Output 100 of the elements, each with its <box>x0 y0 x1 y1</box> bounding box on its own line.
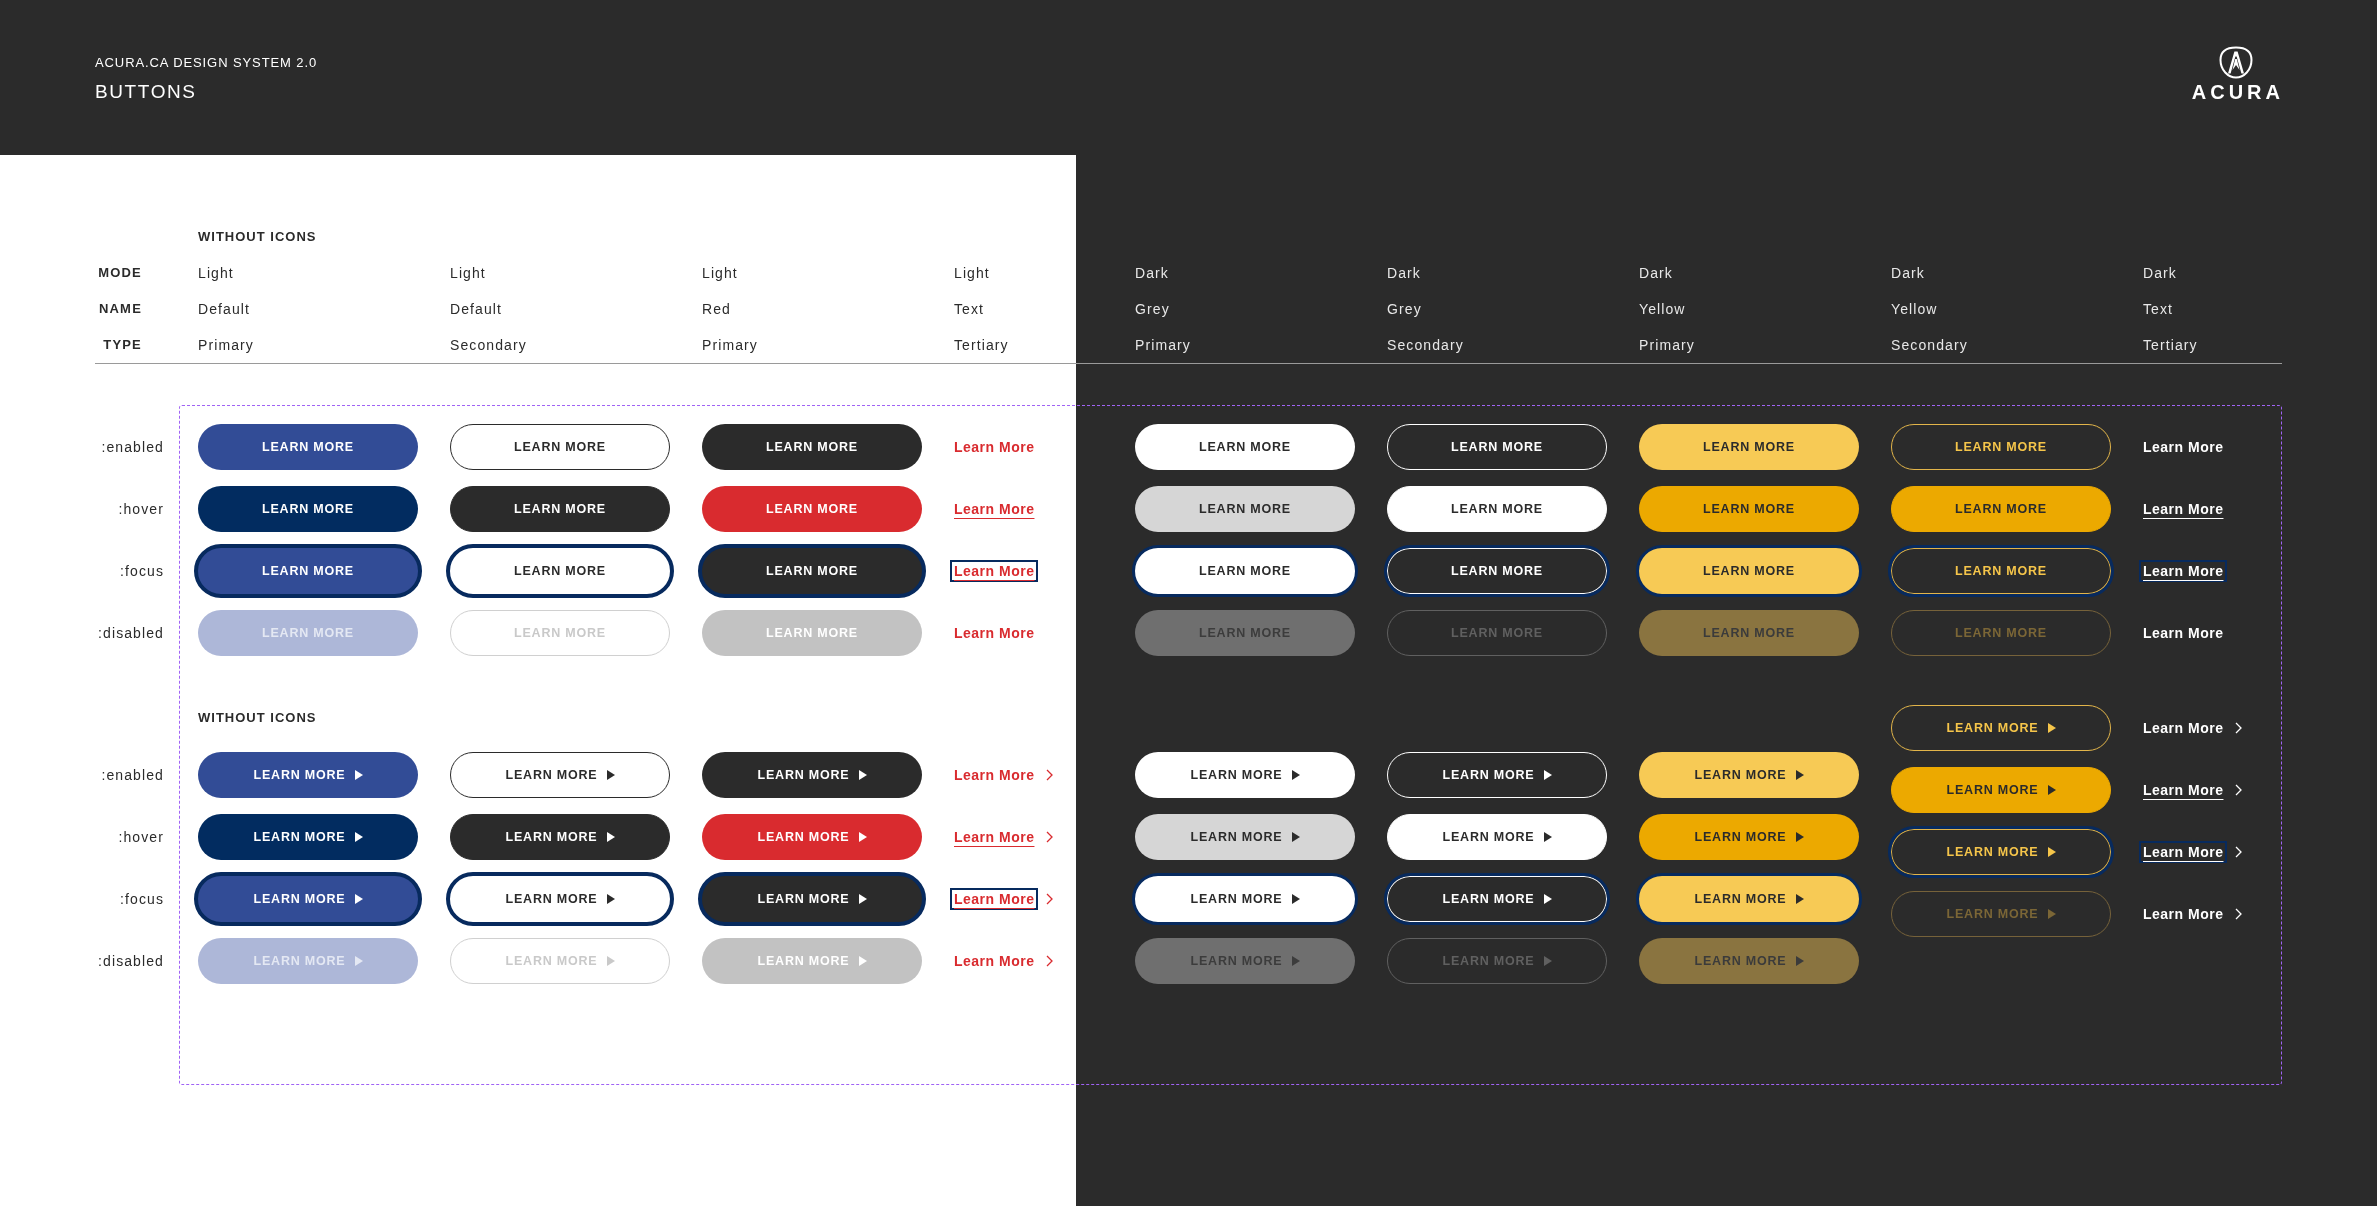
spec-value: Primary <box>1639 336 1695 354</box>
outline-button[interactable]: LEARN MORE <box>446 872 674 926</box>
chevron-right-icon <box>2235 722 2243 734</box>
primary-button[interactable]: LEARN MORE <box>1132 545 1358 597</box>
spec-value: Default <box>198 300 251 318</box>
primary-button[interactable]: LEARN MORE <box>1639 486 1859 532</box>
text-link[interactable]: Learn More <box>950 498 1039 520</box>
outline-button[interactable]: LEARN MORE <box>1384 545 1610 597</box>
play-icon <box>1795 832 1804 842</box>
outline-button[interactable]: LEARN MORE <box>1891 486 2111 532</box>
play-icon <box>858 770 867 780</box>
text-link[interactable]: Learn More <box>950 560 1039 582</box>
primary-button[interactable]: LEARN MORE <box>698 872 926 926</box>
outline-button[interactable]: LEARN MORE <box>1888 545 2114 597</box>
primary-button[interactable]: LEARN MORE <box>698 544 926 598</box>
outline-button[interactable]: LEARN MORE <box>1387 814 1607 860</box>
outline-button[interactable]: LEARN MORE <box>1891 705 2111 751</box>
text-link[interactable]: Learn More <box>950 436 1039 458</box>
play-icon <box>1291 956 1300 966</box>
outline-button[interactable]: LEARN MORE <box>450 486 670 532</box>
primary-button[interactable]: LEARN MORE <box>1639 752 1859 798</box>
outline-button[interactable]: LEARN MORE <box>1387 752 1607 798</box>
primary-button[interactable]: LEARN MORE <box>1135 814 1355 860</box>
outline-button[interactable]: LEARN MORE <box>1384 873 1610 925</box>
primary-button[interactable]: LEARN MORE <box>1132 873 1358 925</box>
primary-button[interactable]: LEARN MORE <box>1135 752 1355 798</box>
section-heading: WITHOUT ICONS <box>198 710 317 726</box>
play-icon <box>1543 832 1552 842</box>
outline-button[interactable]: LEARN MORE <box>1888 826 2114 878</box>
primary-button[interactable]: LEARN MORE <box>198 752 418 798</box>
logo-icon <box>2218 46 2253 79</box>
play-icon <box>1543 894 1552 904</box>
state-label: :disabled <box>98 952 164 970</box>
text-link[interactable]: Learn More <box>2139 841 2228 863</box>
spec-value: Grey <box>1387 300 1422 318</box>
spec-value: Dark <box>1639 264 1673 282</box>
outline-button[interactable]: LEARN MORE <box>450 752 670 798</box>
outline-button[interactable]: LEARN MORE <box>446 544 674 598</box>
play-icon <box>606 956 615 966</box>
text-link[interactable]: Learn More <box>2139 903 2228 925</box>
state-label: :hover <box>118 500 164 518</box>
text-link[interactable]: Learn More <box>2139 779 2228 801</box>
primary-button[interactable]: LEARN MORE <box>702 424 922 470</box>
spec-value: Text <box>954 300 985 318</box>
text-link[interactable]: Learn More <box>2139 560 2228 582</box>
play-icon <box>1543 770 1552 780</box>
play-icon <box>858 894 867 904</box>
overline-title: ACURA.CA DESIGN SYSTEM 2.0 <box>95 55 318 71</box>
outline-button[interactable]: LEARN MORE <box>1387 486 1607 532</box>
state-label: :enabled <box>101 438 164 456</box>
row-label: NAME <box>98 301 142 317</box>
primary-button[interactable]: LEARN MORE <box>702 486 922 532</box>
spec-value: Dark <box>1135 264 1169 282</box>
primary-button[interactable]: LEARN MORE <box>1135 486 1355 532</box>
spec-value: Light <box>198 264 234 282</box>
primary-button[interactable]: LEARN MORE <box>1636 545 1862 597</box>
outline-button[interactable]: LEARN MORE <box>450 424 670 470</box>
spec-value: Red <box>702 300 731 318</box>
primary-button[interactable]: LEARN MORE <box>198 424 418 470</box>
primary-button[interactable]: LEARN MORE <box>198 814 418 860</box>
outline-button[interactable]: LEARN MORE <box>450 814 670 860</box>
outline-button[interactable]: LEARN MORE <box>1891 767 2111 813</box>
play-icon <box>354 770 363 780</box>
text-link[interactable]: Learn More <box>950 888 1039 910</box>
chevron-right-icon <box>1046 769 1054 781</box>
text-link[interactable]: Learn More <box>950 826 1039 848</box>
text-link[interactable]: Learn More <box>2139 622 2228 644</box>
primary-button[interactable]: LEARN MORE <box>702 814 922 860</box>
primary-button[interactable]: LEARN MORE <box>702 752 922 798</box>
primary-button[interactable]: LEARN MORE <box>194 544 422 598</box>
spec-value: Yellow <box>1891 300 1938 318</box>
outline-button[interactable]: LEARN MORE <box>1891 424 2111 470</box>
primary-button[interactable]: LEARN MORE <box>194 872 422 926</box>
primary-button[interactable]: LEARN MORE <box>1135 424 1355 470</box>
play-icon <box>1795 956 1804 966</box>
spec-value: Primary <box>1135 336 1191 354</box>
text-link[interactable]: Learn More <box>2139 498 2228 520</box>
text-link[interactable]: Learn More <box>2139 436 2228 458</box>
spec-value: Text <box>2143 300 2174 318</box>
outline-button[interactable]: LEARN MORE <box>1387 424 1607 470</box>
play-icon <box>2047 723 2056 733</box>
primary-button[interactable]: LEARN MORE <box>198 486 418 532</box>
primary-button[interactable]: LEARN MORE <box>1639 814 1859 860</box>
text-link[interactable]: Learn More <box>950 764 1039 786</box>
chevron-right-icon <box>2235 784 2243 796</box>
play-icon <box>606 770 615 780</box>
primary-button[interactable]: LEARN MORE <box>1639 424 1859 470</box>
play-icon <box>1795 894 1804 904</box>
text-link[interactable]: Learn More <box>950 950 1039 972</box>
play-icon <box>858 832 867 842</box>
spec-value: Yellow <box>1639 300 1686 318</box>
state-label: :hover <box>118 828 164 846</box>
play-icon <box>606 832 615 842</box>
play-icon <box>1291 894 1300 904</box>
primary-button[interactable]: LEARN MORE <box>1636 873 1862 925</box>
spec-value: Tertiary <box>2143 336 2198 354</box>
text-link[interactable]: Learn More <box>950 622 1039 644</box>
text-link[interactable]: Learn More <box>2139 717 2228 739</box>
row-label: MODE <box>98 265 142 281</box>
chevron-right-icon <box>1046 831 1054 843</box>
